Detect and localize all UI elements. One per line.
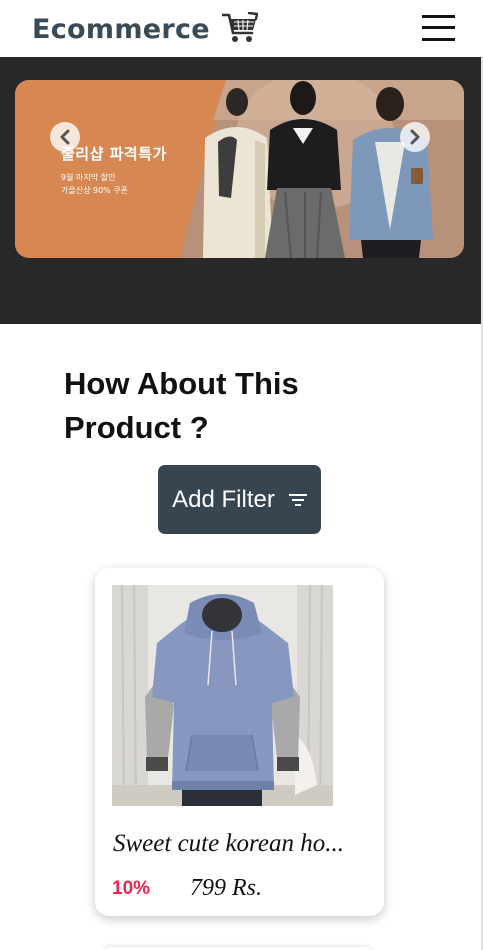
shopping-cart-icon xyxy=(221,12,258,42)
menu-line xyxy=(422,38,455,41)
brand-name: Ecommerce xyxy=(32,13,210,45)
carousel-slide[interactable]: 줄리샵 파격특가 9월 마지막 할인 가을신상 90% 쿠폰 xyxy=(15,80,464,258)
brand-link[interactable]: Ecommerce xyxy=(32,11,258,47)
slide-subtitle-line: 9월 마지막 할인 xyxy=(61,173,116,182)
add-filter-label: Add Filter xyxy=(172,485,275,513)
page: Ecommerce 줄리샵 파격특가 9월 마지막 할인 가을신상 90% 쿠폰… xyxy=(0,0,483,950)
product-name: Sweet cute korean ho... xyxy=(113,830,344,857)
carousel-next-button[interactable] xyxy=(400,122,430,152)
hoodie-photo xyxy=(112,585,333,806)
menu-line xyxy=(422,15,455,18)
filter-icon xyxy=(288,493,307,506)
hamburger-menu-icon[interactable] xyxy=(420,13,456,43)
banner-image xyxy=(15,80,464,258)
product-price: 799 Rs. xyxy=(190,875,262,901)
chevron-right-icon xyxy=(410,129,420,145)
product-discount: 10% xyxy=(112,878,151,899)
product-card[interactable]: Sweet cute korean ho... 10% 799 Rs. xyxy=(95,568,384,916)
menu-line xyxy=(422,26,455,29)
slide-subtitle-line: 가을신상 90% 쿠폰 xyxy=(61,186,129,195)
section-title: How About This Product ? xyxy=(64,366,299,445)
navbar: Ecommerce xyxy=(0,0,483,57)
product-image[interactable] xyxy=(112,585,333,806)
chevron-left-icon xyxy=(60,129,70,145)
hero-carousel: 줄리샵 파격특가 9월 마지막 할인 가을신상 90% 쿠폰 xyxy=(0,57,481,324)
carousel-prev-button[interactable] xyxy=(50,122,80,152)
slide-subtitle: 9월 마지막 할인 가을신상 90% 쿠폰 xyxy=(61,171,128,197)
add-filter-button[interactable]: Add Filter xyxy=(158,465,321,534)
